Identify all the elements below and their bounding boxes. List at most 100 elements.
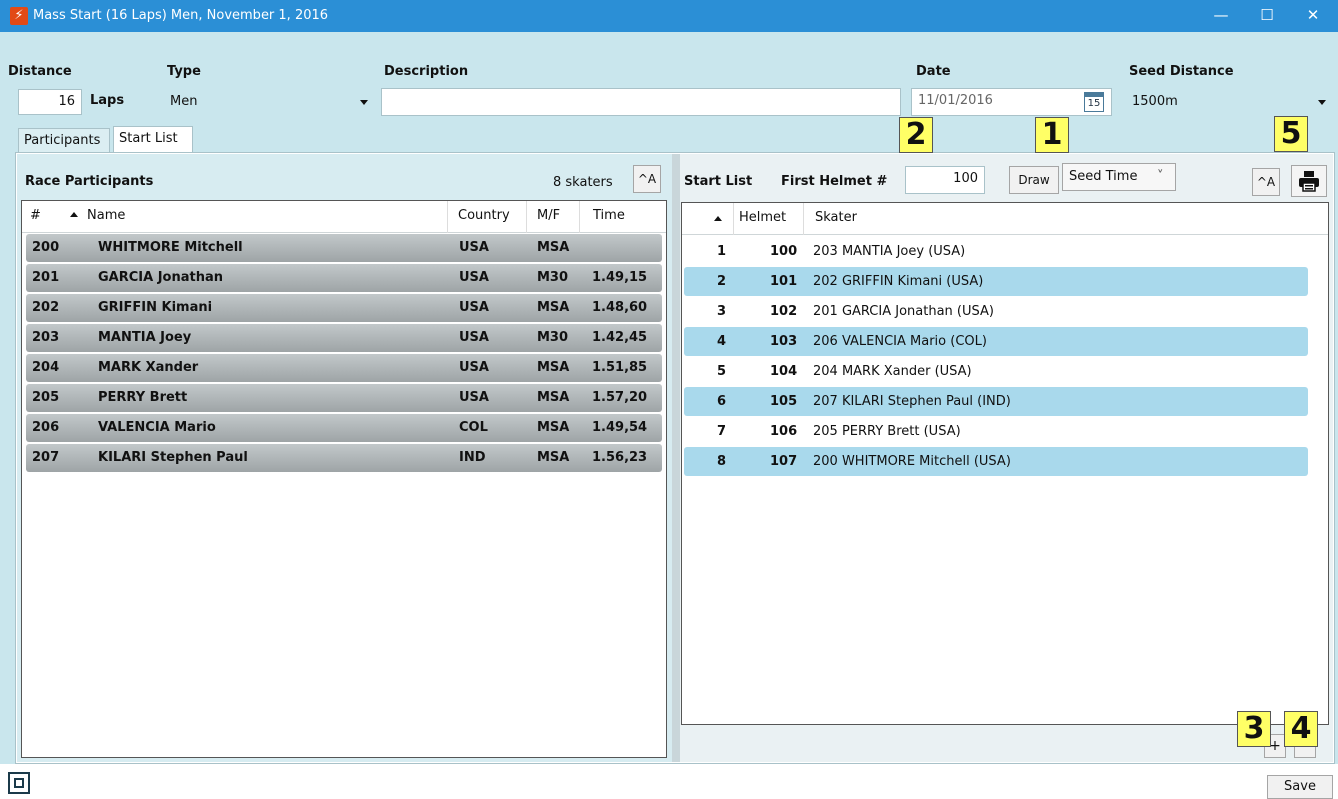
row-number: 206 <box>32 420 60 435</box>
column-header-time[interactable]: Time <box>593 208 625 223</box>
row-country: USA <box>459 300 489 315</box>
row-country: USA <box>459 360 489 375</box>
row-helmet: 100 <box>770 244 798 259</box>
row-position: 6 <box>717 394 727 409</box>
row-time: 1.48,60 <box>592 300 648 315</box>
participants-title: Race Participants <box>25 174 154 189</box>
row-helmet: 106 <box>770 424 798 439</box>
row-mf: MSA <box>537 240 570 255</box>
row-helmet: 102 <box>770 304 798 319</box>
tab-participants[interactable]: Participants <box>18 128 110 153</box>
start-list-font-size-button[interactable]: ^A <box>1252 168 1280 196</box>
maximize-button[interactable]: ☐ <box>1244 0 1290 32</box>
row-position: 4 <box>717 334 727 349</box>
description-label: Description <box>384 64 469 79</box>
sort-asc-icon <box>714 216 722 221</box>
row-country: COL <box>459 420 488 435</box>
print-button[interactable] <box>1291 165 1327 197</box>
start-list-grid: Helmet Skater 1 100 203 MANTIA Joey (USA… <box>681 202 1329 725</box>
order-select-value: Seed Time <box>1069 169 1138 184</box>
title-bar: ⚡ Mass Start (16 Laps) Men, November 1, … <box>0 0 1338 32</box>
row-time: 1.42,45 <box>592 330 648 345</box>
first-helmet-input[interactable]: 100 <box>905 166 985 194</box>
column-divider <box>526 201 527 233</box>
column-header-number[interactable]: # <box>30 208 41 223</box>
table-row[interactable]: 7 106 205 PERRY Brett (USA) <box>684 417 1308 446</box>
row-name: MARK Xander <box>98 360 199 375</box>
table-row[interactable]: 4 103 206 VALENCIA Mario (COL) <box>684 327 1308 356</box>
row-helmet: 103 <box>770 334 798 349</box>
row-position: 5 <box>717 364 727 379</box>
column-header-skater[interactable]: Skater <box>815 210 857 225</box>
column-divider <box>579 201 580 233</box>
row-time: 1.49,54 <box>592 420 648 435</box>
chevron-down-icon <box>360 100 368 105</box>
table-row[interactable]: 8 107 200 WHITMORE Mitchell (USA) <box>684 447 1308 476</box>
table-row[interactable]: 205 PERRY Brett USA MSA 1.57,20 <box>26 384 662 412</box>
order-select[interactable]: Seed Time ˅ <box>1062 163 1176 191</box>
table-row[interactable]: 201 GARCIA Jonathan USA M30 1.49,15 <box>26 264 662 292</box>
column-header-name[interactable]: Name <box>87 208 125 223</box>
column-header-mf[interactable]: M/F <box>537 208 560 223</box>
date-input[interactable]: 11/01/2016 15 <box>911 88 1112 116</box>
app-window: ⚡ Mass Start (16 Laps) Men, November 1, … <box>0 0 1338 799</box>
distance-input[interactable]: 16 <box>18 89 82 115</box>
pane-splitter[interactable] <box>672 154 680 762</box>
table-row[interactable]: 6 105 207 KILARI Stephen Paul (IND) <box>684 387 1308 416</box>
column-header-helmet[interactable]: Helmet <box>739 210 786 225</box>
first-helmet-label: First Helmet # <box>781 174 888 189</box>
table-row[interactable]: 206 VALENCIA Mario COL MSA 1.49,54 <box>26 414 662 442</box>
draw-button[interactable]: Draw <box>1009 166 1059 194</box>
row-time: 1.51,85 <box>592 360 648 375</box>
row-mf: M30 <box>537 270 569 285</box>
table-row[interactable]: 2 101 202 GRIFFIN Kimani (USA) <box>684 267 1308 296</box>
row-skater: 203 MANTIA Joey (USA) <box>813 244 966 259</box>
close-button[interactable]: ✕ <box>1290 0 1336 32</box>
row-number: 205 <box>32 390 60 405</box>
row-country: USA <box>459 240 489 255</box>
table-row[interactable]: 203 MANTIA Joey USA M30 1.42,45 <box>26 324 662 352</box>
participants-font-size-button[interactable]: ^A <box>633 165 661 193</box>
row-position: 1 <box>717 244 727 259</box>
sort-asc-icon <box>70 212 78 217</box>
chevron-down-icon <box>1318 100 1326 105</box>
type-select-value: Men <box>170 94 198 109</box>
row-name: MANTIA Joey <box>98 330 192 345</box>
row-country: USA <box>459 270 489 285</box>
row-helmet: 104 <box>770 364 798 379</box>
table-row[interactable]: 200 WHITMORE Mitchell USA MSA <box>26 234 662 262</box>
description-input[interactable] <box>381 88 901 116</box>
restore-window-icon[interactable] <box>8 772 30 794</box>
minimize-button[interactable]: — <box>1198 0 1244 32</box>
row-time: 1.49,15 <box>592 270 648 285</box>
calendar-icon[interactable]: 15 <box>1084 92 1104 112</box>
row-number: 201 <box>32 270 60 285</box>
seed-distance-select[interactable]: 1500m <box>1124 89 1334 115</box>
start-list-pane: Start List First Helmet # 100 Draw Seed … <box>680 154 1333 762</box>
window-title: Mass Start (16 Laps) Men, November 1, 20… <box>33 8 329 23</box>
distance-label: Distance <box>8 64 72 79</box>
table-row[interactable]: 204 MARK Xander USA MSA 1.51,85 <box>26 354 662 382</box>
table-row[interactable]: 207 KILARI Stephen Paul IND MSA 1.56,23 <box>26 444 662 472</box>
row-country: USA <box>459 330 489 345</box>
row-skater: 207 KILARI Stephen Paul (IND) <box>813 394 1011 409</box>
date-label: Date <box>916 64 951 79</box>
column-header-country[interactable]: Country <box>458 208 510 223</box>
table-row[interactable]: 5 104 204 MARK Xander (USA) <box>684 357 1308 386</box>
save-button[interactable]: Save <box>1267 775 1333 799</box>
table-row[interactable]: 1 100 203 MANTIA Joey (USA) <box>684 237 1308 266</box>
tab-start-list[interactable]: Start List <box>113 126 193 153</box>
table-row[interactable]: 3 102 201 GARCIA Jonathan (USA) <box>684 297 1308 326</box>
participants-pane: Race Participants 8 skaters ^A # Name Co… <box>17 154 672 762</box>
laps-label: Laps <box>90 93 125 108</box>
row-skater: 202 GRIFFIN Kimani (USA) <box>813 274 984 289</box>
row-position: 3 <box>717 304 727 319</box>
table-row[interactable]: 202 GRIFFIN Kimani USA MSA 1.48,60 <box>26 294 662 322</box>
type-select[interactable]: Men <box>162 89 376 115</box>
row-position: 8 <box>717 454 727 469</box>
callout-badge: 3 <box>1237 711 1271 747</box>
callout-badge: 2 <box>899 117 933 153</box>
chevron-down-icon: ˅ <box>1157 169 1164 184</box>
callout-badge: 1 <box>1035 117 1069 153</box>
row-skater: 201 GARCIA Jonathan (USA) <box>813 304 994 319</box>
